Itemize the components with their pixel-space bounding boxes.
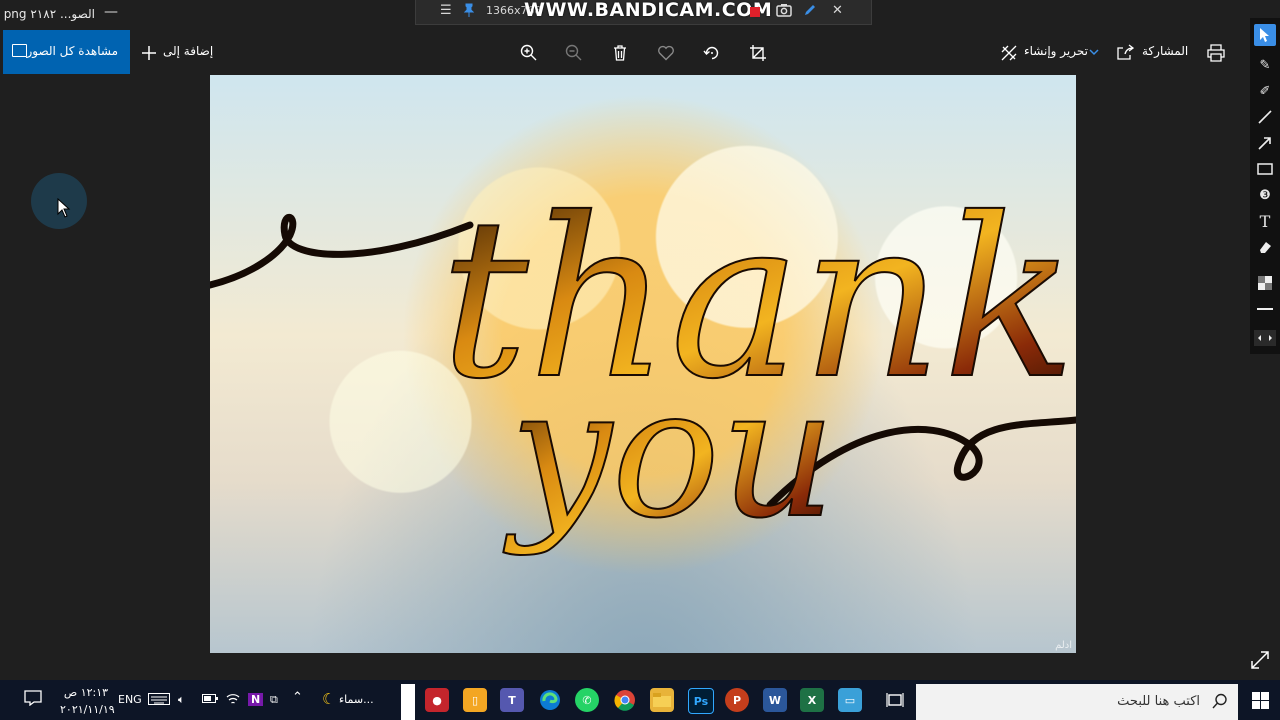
- edge-icon[interactable]: [538, 688, 562, 712]
- heart-icon[interactable]: [655, 42, 677, 64]
- minimize-button[interactable]: —: [104, 4, 118, 20]
- draw-panel: ✎ ✐ ❸ T: [1250, 18, 1280, 354]
- record-icon[interactable]: [750, 7, 760, 17]
- menu-icon[interactable]: ☰: [440, 3, 452, 18]
- meet-now-icon[interactable]: ⧉: [270, 693, 278, 707]
- photoshop-icon[interactable]: Ps: [688, 688, 714, 714]
- mouse-pointer-icon: [57, 197, 71, 222]
- zoom-out-icon[interactable]: [563, 42, 585, 64]
- transparency-tool-icon[interactable]: [1254, 272, 1276, 294]
- excel-icon[interactable]: X: [800, 688, 824, 712]
- app-icon-generic[interactable]: ▭: [838, 688, 862, 712]
- rotate-icon[interactable]: [701, 42, 723, 64]
- file-explorer-icon[interactable]: [650, 688, 674, 712]
- search-placeholder: اكتب هنا للبحث: [1117, 694, 1200, 709]
- view-all-photos-button[interactable]: مشاهدة كل الصور: [3, 30, 130, 74]
- bandicam-bar: ☰ 1366x768 WWW.BANDICAM.COM ✕: [415, 0, 872, 25]
- pen-tool-icon[interactable]: ✎: [1254, 54, 1276, 76]
- delete-icon[interactable]: [609, 42, 631, 64]
- photos-icon: [12, 44, 27, 57]
- expand-panel-icon[interactable]: [1254, 330, 1276, 346]
- camera-icon[interactable]: [776, 3, 792, 21]
- chrome-icon[interactable]: [613, 688, 637, 712]
- zoom-in-icon[interactable]: [518, 42, 540, 64]
- add-to-label[interactable]: إضافة إلى: [163, 44, 213, 58]
- pencil-icon[interactable]: [803, 3, 817, 21]
- marker-tool-icon[interactable]: ✐: [1254, 80, 1276, 102]
- line-width-icon[interactable]: [1254, 298, 1276, 320]
- wifi-icon[interactable]: [226, 693, 240, 708]
- crop-icon[interactable]: [747, 42, 769, 64]
- share-icon[interactable]: [1114, 42, 1136, 64]
- pin-icon[interactable]: [463, 3, 475, 21]
- chevron-down-icon[interactable]: [1083, 41, 1105, 63]
- window-title: الصو... ٢١٨٢ png: [3, 7, 95, 21]
- fullscreen-icon[interactable]: [1250, 650, 1270, 670]
- number-tool-icon[interactable]: ❸: [1254, 184, 1276, 206]
- powerpoint-icon[interactable]: P: [725, 688, 749, 712]
- share-label[interactable]: المشاركة: [1142, 44, 1188, 58]
- clock-date[interactable]: ٢٠٢١/١١/١٩: [60, 703, 115, 716]
- photo-signature: ادلم: [1055, 640, 1072, 651]
- moon-icon: ☾: [322, 690, 336, 708]
- swash-left: [210, 213, 474, 289]
- edit-create-label[interactable]: تحرير وإنشاء: [1024, 44, 1088, 58]
- taskbar-search-box[interactable]: اكتب هنا للبحث: [916, 684, 1238, 720]
- close-icon[interactable]: ✕: [832, 3, 843, 18]
- whatsapp-icon[interactable]: ✆: [575, 688, 599, 712]
- line-tool-icon[interactable]: [1254, 106, 1276, 128]
- arrow-tool-icon[interactable]: [1254, 132, 1276, 154]
- photo-text-you: you: [503, 349, 836, 558]
- video-recorder-icon[interactable]: ●: [425, 688, 449, 712]
- word-icon[interactable]: W: [763, 688, 787, 712]
- bandicam-logo: WWW.BANDICAM.COM: [524, 0, 773, 21]
- print-icon[interactable]: [1205, 42, 1227, 64]
- edit-create-icon[interactable]: [998, 42, 1020, 64]
- volume-icon[interactable]: 🔈︎: [178, 693, 185, 707]
- windows-start-icon[interactable]: [1252, 692, 1269, 713]
- keyboard-icon[interactable]: [148, 693, 170, 708]
- search-icon: [1212, 693, 1228, 713]
- teams-icon[interactable]: T: [500, 688, 524, 712]
- task-view-icon[interactable]: [883, 688, 907, 712]
- photo-view[interactable]: thank you ادلم: [210, 75, 1076, 653]
- select-tool-icon[interactable]: [1254, 24, 1276, 46]
- notes-app-icon[interactable]: ▯: [463, 688, 487, 712]
- plus-icon[interactable]: [138, 42, 160, 64]
- text-tool-icon[interactable]: T: [1254, 210, 1276, 232]
- battery-icon[interactable]: [202, 693, 218, 706]
- clock-time[interactable]: ١٢:١٣ ص: [62, 686, 110, 699]
- notification-center-icon[interactable]: [24, 690, 42, 709]
- weather-label[interactable]: سماء...: [339, 693, 374, 706]
- rectangle-tool-icon[interactable]: [1254, 158, 1276, 180]
- language-indicator[interactable]: ENG: [118, 693, 142, 706]
- eraser-tool-icon[interactable]: [1254, 236, 1276, 258]
- chevron-up-icon[interactable]: ⌃: [292, 690, 303, 705]
- onenote-tray-icon[interactable]: N: [248, 693, 264, 706]
- weather-scroll[interactable]: [401, 684, 415, 720]
